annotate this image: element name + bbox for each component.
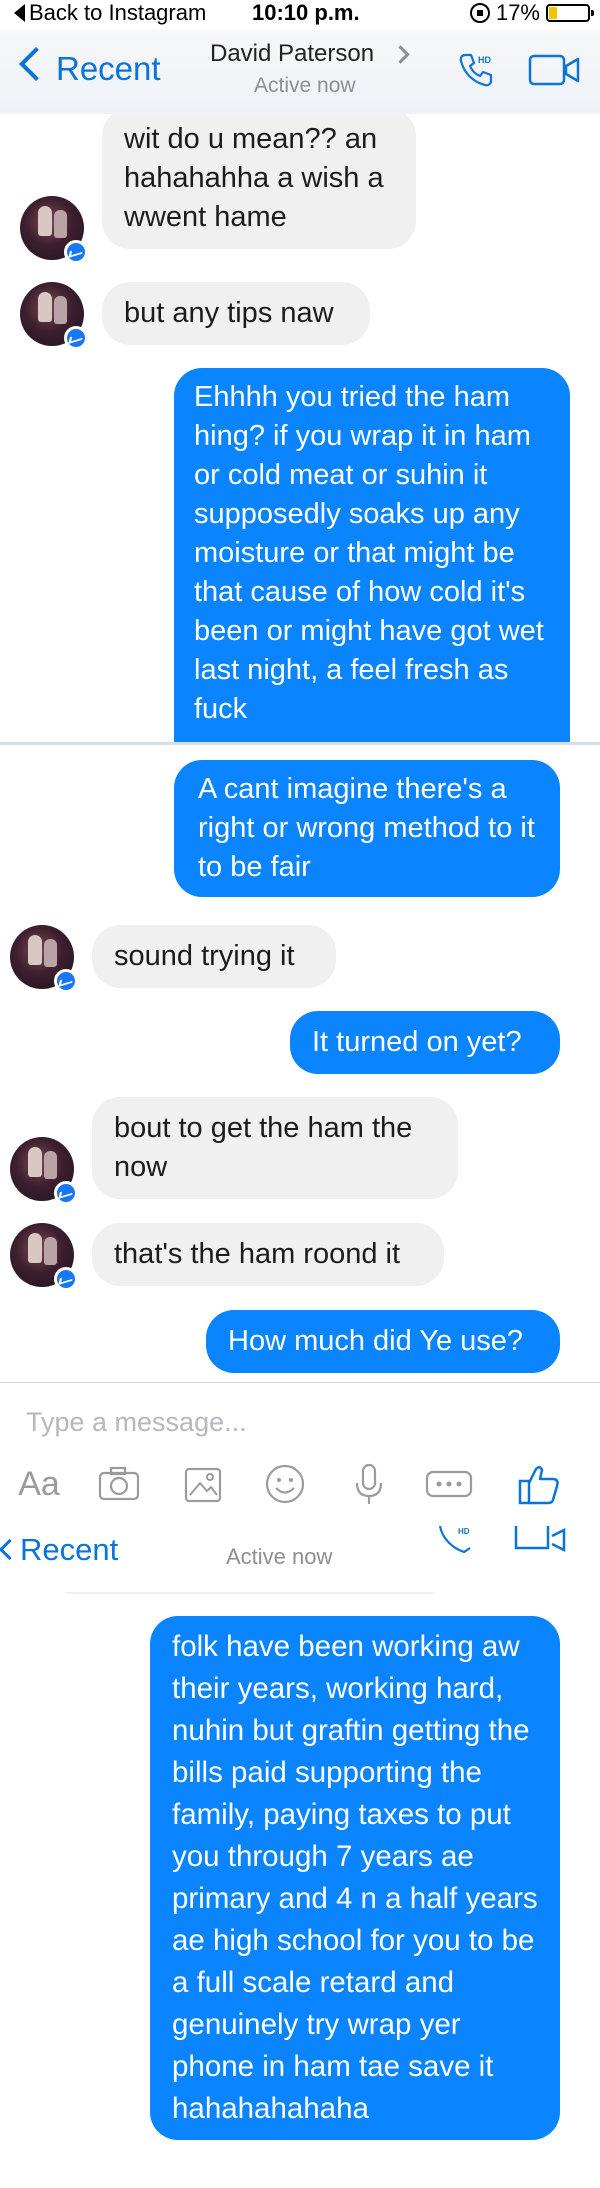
messenger-badge-icon	[54, 1267, 78, 1291]
contact-name[interactable]: David Paterson	[210, 40, 374, 68]
recent-back-button[interactable]: Recent	[20, 1532, 118, 1568]
message-incoming[interactable]: bout to get the ham the now	[92, 1097, 458, 1199]
more-icon[interactable]	[424, 1461, 474, 1507]
message-outgoing[interactable]: Ehhhh you tried the ham hing? if you wra…	[174, 368, 570, 742]
emoji-icon[interactable]	[262, 1461, 308, 1507]
contact-avatar[interactable]	[20, 196, 88, 264]
message-incoming-partial	[60, 1592, 440, 1594]
message-thread-part-3: folk have been working aw their years, w…	[0, 1592, 600, 2188]
conversation-header-partial: Recent Active now HD	[0, 1526, 600, 1592]
messenger-badge-icon	[54, 1181, 78, 1205]
back-chevron-icon[interactable]	[0, 1538, 21, 1561]
status-time: 10:10 p.m.	[252, 0, 360, 25]
messenger-badge-icon	[54, 969, 78, 993]
camera-icon[interactable]	[96, 1461, 142, 1507]
gallery-icon[interactable]	[180, 1461, 226, 1507]
thumbs-up-icon[interactable]	[516, 1461, 562, 1507]
message-composer: Type a message... Aa	[0, 1382, 600, 1533]
svg-text:HD: HD	[478, 55, 491, 65]
video-call-icon[interactable]	[512, 1526, 568, 1556]
video-call-icon[interactable]	[528, 52, 582, 88]
message-outgoing[interactable]: It turned on yet?	[290, 1011, 560, 1074]
message-incoming[interactable]: that's the ham roond it	[92, 1223, 444, 1286]
messenger-badge-icon	[64, 326, 88, 350]
phone-call-icon[interactable]: HD	[436, 1526, 476, 1556]
svg-text:HD: HD	[458, 1527, 470, 1536]
message-input[interactable]: Type a message...	[26, 1407, 247, 1438]
contact-status: Active now	[254, 74, 356, 97]
conversation-header: Recent David Paterson Active now HD	[0, 30, 600, 115]
message-thread-part-2: A cant imagine there's a right or wrong …	[0, 745, 600, 1382]
recent-back-button[interactable]: Recent	[56, 50, 161, 88]
battery-percent: 17%	[495, 0, 540, 25]
microphone-icon[interactable]	[346, 1461, 392, 1507]
message-outgoing[interactable]: folk have been working aw their years, w…	[150, 1616, 560, 2140]
message-incoming[interactable]: but any tips naw	[102, 282, 370, 345]
contact-chevron-icon[interactable]	[391, 45, 410, 64]
back-arrow-icon	[14, 4, 25, 22]
back-to-instagram-link[interactable]: Back to Instagram	[14, 0, 206, 26]
back-to-instagram-label: Back to Instagram	[29, 0, 207, 25]
contact-avatar[interactable]	[10, 925, 78, 993]
phone-call-icon[interactable]: HD	[456, 50, 496, 90]
messenger-badge-icon	[64, 240, 88, 264]
message-incoming[interactable]: sound trying it	[92, 925, 336, 988]
message-outgoing[interactable]: A cant imagine there's a right or wrong …	[174, 760, 560, 897]
contact-avatar[interactable]	[10, 1137, 78, 1205]
contact-status: Active now	[226, 1544, 333, 1569]
contact-avatar[interactable]	[20, 282, 88, 350]
back-chevron-icon[interactable]	[19, 47, 53, 81]
status-bar: Back to Instagram 10:10 p.m. 17%	[0, 0, 600, 30]
message-outgoing[interactable]: How much did Ye use?	[206, 1310, 560, 1373]
rotation-lock-icon	[469, 3, 490, 23]
message-thread-part-1: wit do u mean?? an hahahahha a wish a ww…	[0, 114, 600, 742]
message-incoming[interactable]: wit do u mean?? an hahahahha a wish a ww…	[102, 114, 416, 249]
contact-avatar[interactable]	[10, 1223, 78, 1291]
battery-icon	[546, 4, 594, 22]
text-format-button[interactable]: Aa	[12, 1461, 66, 1507]
